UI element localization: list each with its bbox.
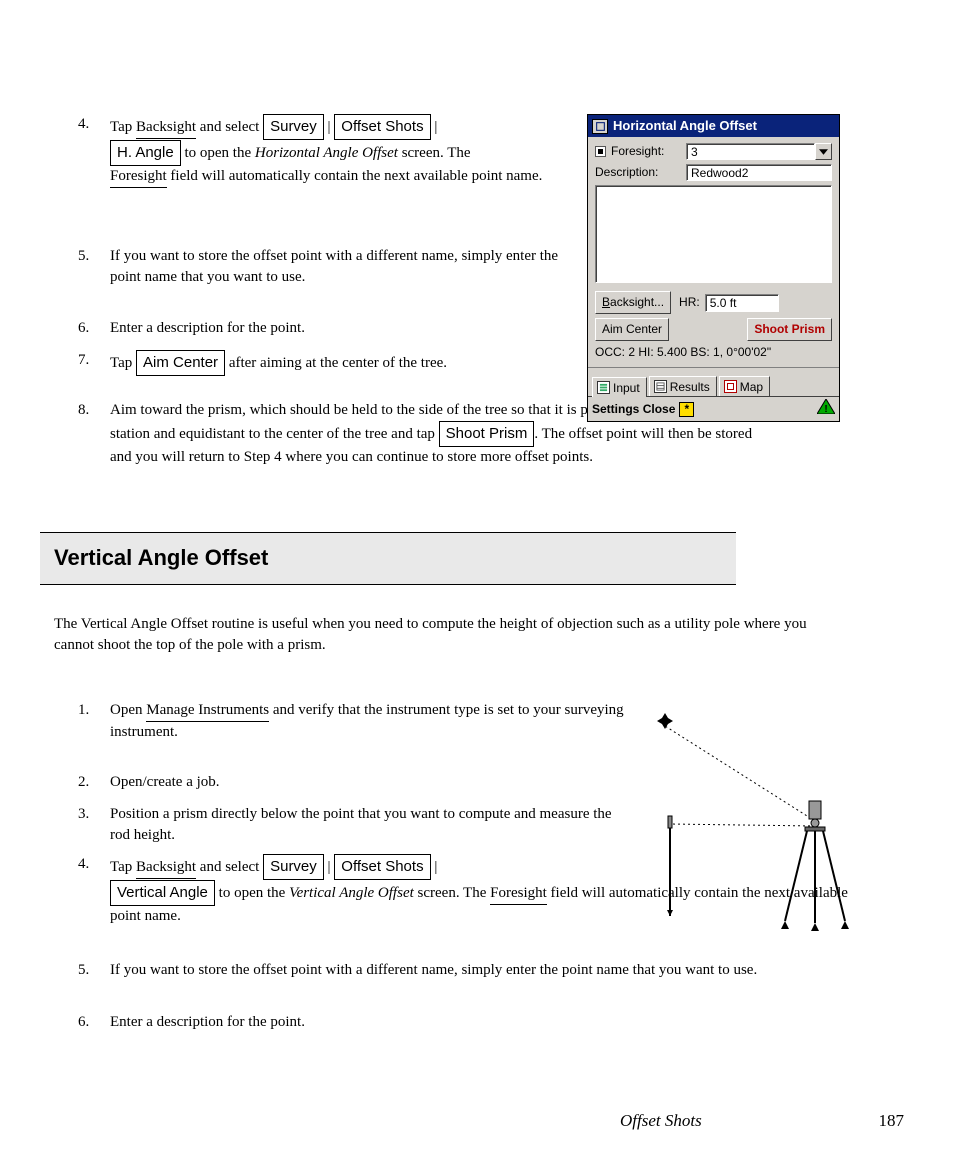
vertical-offset-diagram xyxy=(640,706,850,936)
shoot-prism-button[interactable]: Shoot Prism xyxy=(747,318,832,341)
star-button[interactable]: * xyxy=(679,402,694,417)
step-number: 4. xyxy=(78,114,89,135)
titlebar-text: Horizontal Angle Offset xyxy=(613,117,757,135)
section-intro: The Vertical Angle Offset routine is use… xyxy=(54,614,814,656)
step-number: 3. xyxy=(78,804,89,825)
step2-5-text: If you want to store the offset point wi… xyxy=(110,960,757,981)
step2-3-text: Position a prism directly below the poin… xyxy=(110,804,620,846)
footer-section: Offset Shots xyxy=(620,1109,702,1133)
svg-text:!: ! xyxy=(824,404,827,414)
step-number: 1. xyxy=(78,700,89,721)
tab-bar: Input Results Map xyxy=(588,367,839,397)
step-6-text: Enter a description for the point. xyxy=(110,318,305,339)
titlebar: Horizontal Angle Offset xyxy=(588,115,839,137)
aim-center-button[interactable]: Aim Center xyxy=(595,318,669,341)
close-link[interactable]: Close xyxy=(643,401,676,418)
description-label: Description: xyxy=(595,164,686,181)
map-tab-icon xyxy=(724,380,737,393)
step-7-text: Tap Aim Center after aiming at the cente… xyxy=(110,350,447,376)
step-number: 6. xyxy=(78,318,89,339)
settings-link[interactable]: Settings xyxy=(592,401,639,418)
section-title: Vertical Angle Offset xyxy=(40,532,736,585)
tab-input[interactable]: Input xyxy=(592,377,647,398)
foresight-label: Foresight: xyxy=(611,143,686,160)
step-number: 7. xyxy=(78,350,89,371)
description-input[interactable]: Redwood2 xyxy=(686,164,832,181)
status-text: OCC: 2 HI: 5.400 BS: 1, 0°00'02" xyxy=(595,344,832,361)
foresight-radio[interactable] xyxy=(595,146,606,157)
step-number: 8. xyxy=(78,400,89,421)
step-4-text: Tap Backsight and select Survey | Offset… xyxy=(110,114,542,188)
step-number: 5. xyxy=(78,246,89,267)
hr-input[interactable]: 5.0 ft xyxy=(705,294,779,312)
foresight-dropdown[interactable] xyxy=(815,143,832,160)
step2-1-text: Open Manage Instruments and verify that … xyxy=(110,700,630,743)
hazard-icon: ! xyxy=(817,399,835,414)
step-number: 5. xyxy=(78,960,89,981)
preview-area xyxy=(595,185,832,283)
app-window: Horizontal Angle Offset Foresight: 3 Des… xyxy=(587,114,840,422)
footer-bar: Settings Close * ! xyxy=(588,396,839,421)
step-number: 4. xyxy=(78,854,89,875)
tab-map[interactable]: Map xyxy=(719,376,770,397)
backsight-button[interactable]: Backsight... xyxy=(595,291,671,314)
tab-results[interactable]: Results xyxy=(649,376,717,397)
results-tab-icon xyxy=(654,380,667,393)
foresight-input[interactable]: 3 xyxy=(686,143,815,160)
app-icon xyxy=(592,119,608,134)
hr-label: HR: xyxy=(679,294,700,311)
step2-6-text: Enter a description for the point. xyxy=(110,1012,305,1033)
step-number: 6. xyxy=(78,1012,89,1033)
step-number: 2. xyxy=(78,772,89,793)
input-tab-icon xyxy=(597,381,610,394)
step-5-text: If you want to store the offset point wi… xyxy=(110,246,570,288)
step2-2-text: Open/create a job. xyxy=(110,772,220,793)
footer-page-number: 187 xyxy=(879,1109,905,1133)
